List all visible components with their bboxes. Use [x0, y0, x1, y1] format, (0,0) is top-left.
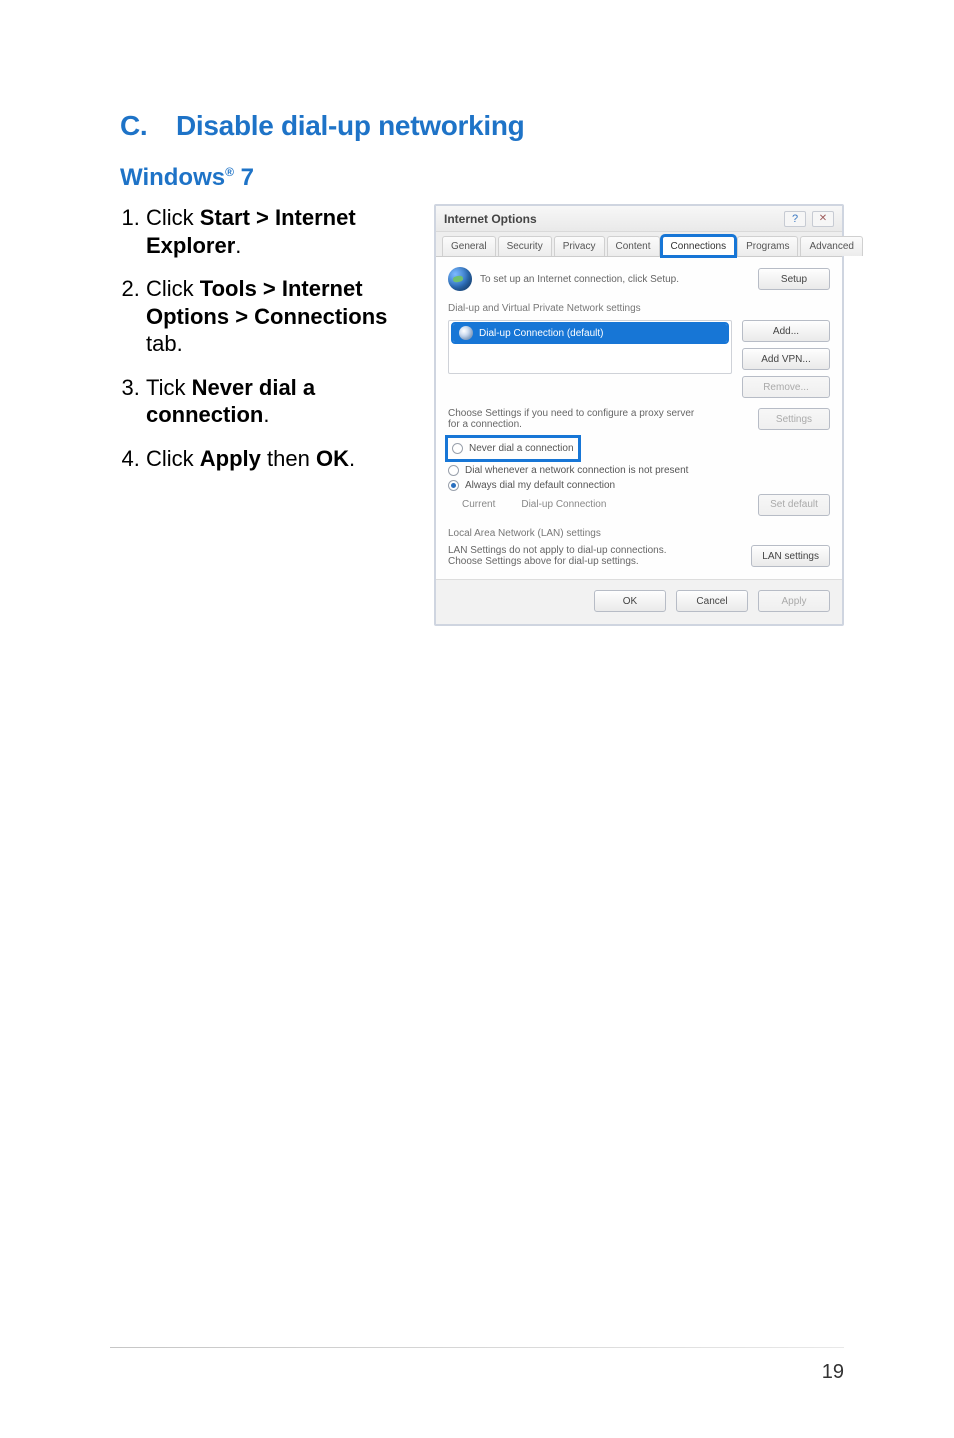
os-version: 7: [241, 164, 254, 191]
os-name: Windows: [120, 164, 225, 191]
tab-connections[interactable]: Connections: [662, 236, 736, 256]
step-text: .: [349, 446, 355, 471]
choose-text: Choose Settings if you need to configure…: [448, 408, 698, 430]
step-text: Click: [146, 446, 200, 471]
step-bold: Apply: [200, 446, 261, 471]
registered-mark: ®: [225, 165, 234, 179]
radio-never[interactable]: Never dial a connection: [452, 441, 574, 456]
step-3: Tick Never dial a connection.: [146, 374, 406, 429]
footer-rule: [110, 1347, 844, 1348]
content-columns: Click Start > Internet Explorer. Click T…: [120, 204, 844, 626]
step-text: Tick: [146, 375, 192, 400]
never-dial-highlight: Never dial a connection: [448, 438, 578, 459]
close-button[interactable]: [812, 211, 834, 227]
step-2: Click Tools > Internet Options > Connect…: [146, 275, 406, 358]
set-default-button[interactable]: Set default: [758, 494, 830, 516]
tab-general[interactable]: General: [442, 236, 496, 256]
dial-mode-radios: Never dial a connection Dial whenever a …: [448, 438, 830, 493]
tab-privacy[interactable]: Privacy: [554, 236, 605, 256]
cancel-button[interactable]: Cancel: [676, 590, 748, 612]
list-item-label: Dial-up Connection (default): [479, 328, 604, 339]
page-number: 19: [822, 1361, 844, 1384]
connection-icon: [459, 326, 473, 340]
os-heading: Windows® 7: [120, 164, 844, 192]
dialog-title: Internet Options: [444, 212, 537, 226]
radio-always[interactable]: Always dial my default connection: [448, 478, 830, 493]
lan-text: LAN Settings do not apply to dial-up con…: [448, 545, 668, 567]
step-text: Click: [146, 276, 200, 301]
lan-header: Local Area Network (LAN) settings: [448, 528, 830, 539]
heading-title: Disable dial-up networking: [176, 110, 524, 141]
step-text: .: [235, 233, 241, 258]
tab-programs[interactable]: Programs: [737, 236, 798, 256]
add-vpn-button[interactable]: Add VPN...: [742, 348, 830, 370]
current-value: Dial-up Connection: [521, 499, 606, 510]
tab-security[interactable]: Security: [498, 236, 552, 256]
step-1: Click Start > Internet Explorer.: [146, 204, 406, 259]
steps-list: Click Start > Internet Explorer. Click T…: [120, 204, 406, 472]
list-side-buttons: Add... Add VPN... Remove...: [742, 320, 830, 398]
dialog-buttons: OK Cancel Apply: [436, 579, 842, 624]
current-kv: Current Dial-up Connection: [462, 499, 606, 510]
choose-settings-row: Choose Settings if you need to configure…: [448, 408, 830, 430]
current-row: Current Dial-up Connection Set default: [448, 493, 830, 516]
add-button[interactable]: Add...: [742, 320, 830, 342]
dun-list-row: Dial-up Connection (default) Add... Add …: [448, 320, 830, 398]
section-heading: C.Disable dial-up networking: [120, 110, 844, 142]
lan-settings-button[interactable]: LAN settings: [751, 545, 830, 567]
dialog-titlebar: Internet Options: [436, 206, 842, 232]
radio-whenever[interactable]: Dial whenever a network connection is no…: [448, 463, 830, 478]
radio-icon: [452, 443, 463, 454]
remove-button[interactable]: Remove...: [742, 376, 830, 398]
heading-letter: C.: [120, 110, 176, 142]
page: C.Disable dial-up networking Windows® 7 …: [0, 0, 954, 1438]
radio-icon: [448, 480, 459, 491]
ok-button[interactable]: OK: [594, 590, 666, 612]
settings-button[interactable]: Settings: [758, 408, 830, 430]
setup-row: To set up an Internet connection, click …: [448, 267, 830, 291]
setup-text: To set up an Internet connection, click …: [480, 274, 750, 285]
globe-icon: [448, 267, 472, 291]
step-bold: OK: [316, 446, 349, 471]
tab-content[interactable]: Content: [607, 236, 660, 256]
radio-label: Always dial my default connection: [465, 480, 615, 491]
setup-button[interactable]: Setup: [758, 268, 830, 290]
radio-icon: [448, 465, 459, 476]
tab-strip: General Security Privacy Content Connect…: [436, 232, 842, 257]
step-text: then: [261, 446, 316, 471]
connections-panel: To set up an Internet connection, click …: [436, 257, 842, 579]
step-4: Click Apply then OK.: [146, 445, 406, 473]
apply-button[interactable]: Apply: [758, 590, 830, 612]
help-button[interactable]: [784, 211, 806, 227]
step-text: tab.: [146, 331, 183, 356]
step-text: Click: [146, 205, 200, 230]
radio-label: Never dial a connection: [469, 443, 574, 454]
internet-options-dialog: Internet Options General Security Privac…: [434, 204, 844, 626]
screenshot-column: Internet Options General Security Privac…: [434, 204, 844, 626]
list-item[interactable]: Dial-up Connection (default): [453, 324, 727, 342]
step-text: .: [263, 402, 269, 427]
tab-advanced[interactable]: Advanced: [800, 236, 862, 256]
radio-label: Dial whenever a network connection is no…: [465, 465, 688, 476]
current-label: Current: [462, 499, 495, 510]
steps-column: Click Start > Internet Explorer. Click T…: [120, 204, 406, 626]
lan-row: LAN Settings do not apply to dial-up con…: [448, 545, 830, 567]
window-buttons: [784, 211, 834, 227]
dun-header: Dial-up and Virtual Private Network sett…: [448, 303, 830, 314]
connections-listbox[interactable]: Dial-up Connection (default): [448, 320, 732, 374]
